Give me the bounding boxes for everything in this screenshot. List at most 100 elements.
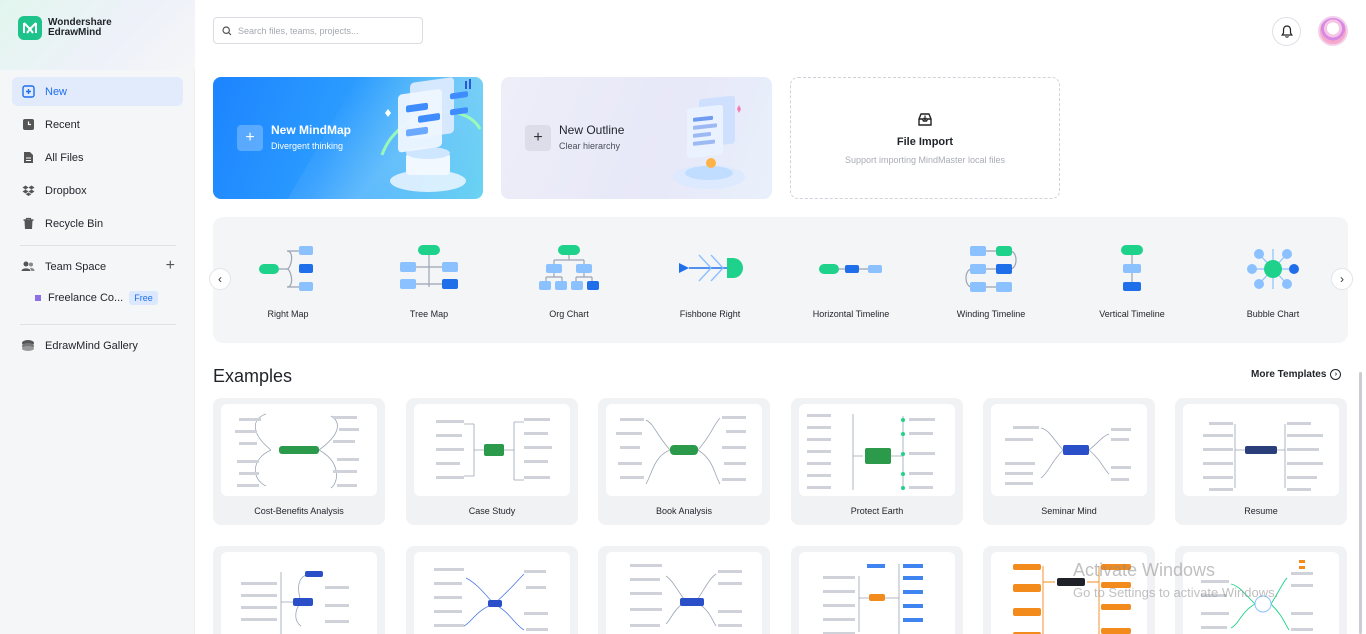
team-space-label: Team Space [45,261,107,273]
team-item[interactable]: Freelance Co... Free [35,291,158,305]
chevron-left-icon: ‹ [218,272,222,286]
team-name: Freelance Co... [48,292,124,304]
card-title: New Outline [559,123,625,137]
file-import-card[interactable]: File Import Support importing MindMaster… [790,77,1060,199]
sidebar-item-recent[interactable]: Recent [12,110,183,139]
tree-map-icon [400,245,458,289]
example-card[interactable]: Resume [1175,398,1347,525]
example-thumbnail [221,552,377,634]
import-icon [918,113,932,126]
template-fishbone-right[interactable]: Fishbone Right [640,243,780,333]
sidebar-item-label: Recent [45,118,80,131]
example-card[interactable]: Book Analysis [598,398,770,525]
example-label: Book Analysis [655,506,713,516]
example-thumbnail [606,552,762,634]
notifications-button[interactable] [1272,17,1301,46]
card-subtitle: Divergent thinking [271,141,344,151]
more-templates-link[interactable]: More Templates › [1251,369,1342,380]
template-vertical-timeline[interactable]: Vertical Timeline [1062,243,1202,333]
example-label: Protect Earth [850,506,904,516]
example-card[interactable] [791,546,963,634]
example-thumbnail [991,404,1147,496]
clock-icon [21,118,35,132]
sidebar-item-label: Dropbox [45,184,87,197]
arrow-right-icon: › [1330,369,1342,380]
windows-activation-subtitle: Go to Settings to activate Windows. [1073,585,1279,600]
plan-badge: Free [129,291,158,305]
windows-activation-title: Activate Windows [1073,560,1216,580]
sidebar-item-dropbox[interactable]: Dropbox [12,176,183,205]
sidebar-nav: New Recent All Files Dropbox Recycle Bin [12,77,183,242]
example-thumbnail [606,404,762,496]
examples-heading: Examples [213,366,293,386]
sidebar-divider [20,245,176,246]
new-outline-card[interactable]: + New Outline Clear hierarchy [501,77,772,199]
sidebar-item-gallery[interactable]: EdrawMind Gallery [12,333,183,359]
add-team-button[interactable]: + [166,258,175,274]
bubble-chart-icon [1247,249,1299,289]
template-bubble-chart[interactable]: Bubble Chart [1203,243,1343,333]
template-label: Horizontal Timeline [812,309,890,319]
example-thumbnail [1183,404,1339,496]
card-subtitle: Support importing MindMaster local files [844,155,1006,165]
horizontal-timeline-icon [819,264,882,274]
fishbone-icon [679,254,743,282]
more-templates-label: More Templates [1251,369,1327,380]
right-map-icon [259,246,313,291]
example-card[interactable]: Protect Earth [791,398,963,525]
example-card[interactable]: Cost-Benefits Analysis [213,398,385,525]
search-box[interactable] [213,17,423,44]
card-title: New MindMap [271,123,351,137]
new-file-icon [21,85,35,99]
gallery-label: EdrawMind Gallery [45,340,138,352]
template-label: Org Chart [549,309,589,319]
search-input[interactable] [238,25,408,36]
example-card[interactable]: Seminar Mind [983,398,1155,525]
sidebar-item-recycle-bin[interactable]: Recycle Bin [12,209,183,238]
template-right-map[interactable]: Right Map [218,243,358,333]
sidebar-item-new[interactable]: New [12,77,183,106]
example-card[interactable] [598,546,770,634]
team-color-swatch [35,295,41,301]
example-card[interactable] [213,546,385,634]
outline-illustration [673,95,745,189]
winding-timeline-icon [965,246,1017,292]
scroll-left-button[interactable]: ‹ [209,268,231,290]
sidebar-item-label: All Files [45,151,84,164]
chevron-right-icon: › [1340,272,1344,286]
template-label: Right Map [267,309,309,319]
plus-icon: + [237,125,263,151]
app-logo[interactable]: Wondershare EdrawMind [18,16,112,40]
sidebar-item-team-space[interactable]: Team Space + [12,254,183,280]
template-winding-timeline[interactable]: Winding Timeline [921,243,1061,333]
template-strip: Right Map Tree Map Org Chart Fishbone Ri… [213,217,1348,343]
gallery-icon [21,339,35,353]
template-label: Fishbone Right [679,309,741,319]
bell-icon [1280,25,1293,38]
example-label: Seminar Mind [1041,506,1097,516]
example-thumbnail [799,404,955,496]
user-avatar[interactable] [1318,16,1348,46]
dropbox-icon [21,184,35,198]
template-tree-map[interactable]: Tree Map [359,243,499,333]
example-thumbnail [414,552,570,634]
example-label: Resume [1244,506,1278,516]
card-title: File Import [896,136,954,148]
new-mindmap-card[interactable]: + New MindMap Divergent thinking [213,77,483,199]
template-label: Tree Map [409,309,449,319]
sidebar-item-all-files[interactable]: All Files [12,143,183,172]
org-chart-icon [539,245,599,290]
card-subtitle: Clear hierarchy [559,141,621,151]
sidebar: Wondershare EdrawMind New Recent All Fil… [0,0,195,634]
scrollbar[interactable] [1359,372,1362,634]
example-thumbnail [799,552,955,634]
template-label: Winding Timeline [956,309,1026,319]
template-org-chart[interactable]: Org Chart [499,243,639,333]
example-card[interactable]: Case Study [406,398,578,525]
template-label: Bubble Chart [1246,309,1300,319]
example-card[interactable] [406,546,578,634]
plus-icon: + [525,125,551,151]
example-label: Cost-Benefits Analysis [254,506,344,516]
template-horizontal-timeline[interactable]: Horizontal Timeline [781,243,921,333]
scroll-right-button[interactable]: › [1331,268,1353,290]
